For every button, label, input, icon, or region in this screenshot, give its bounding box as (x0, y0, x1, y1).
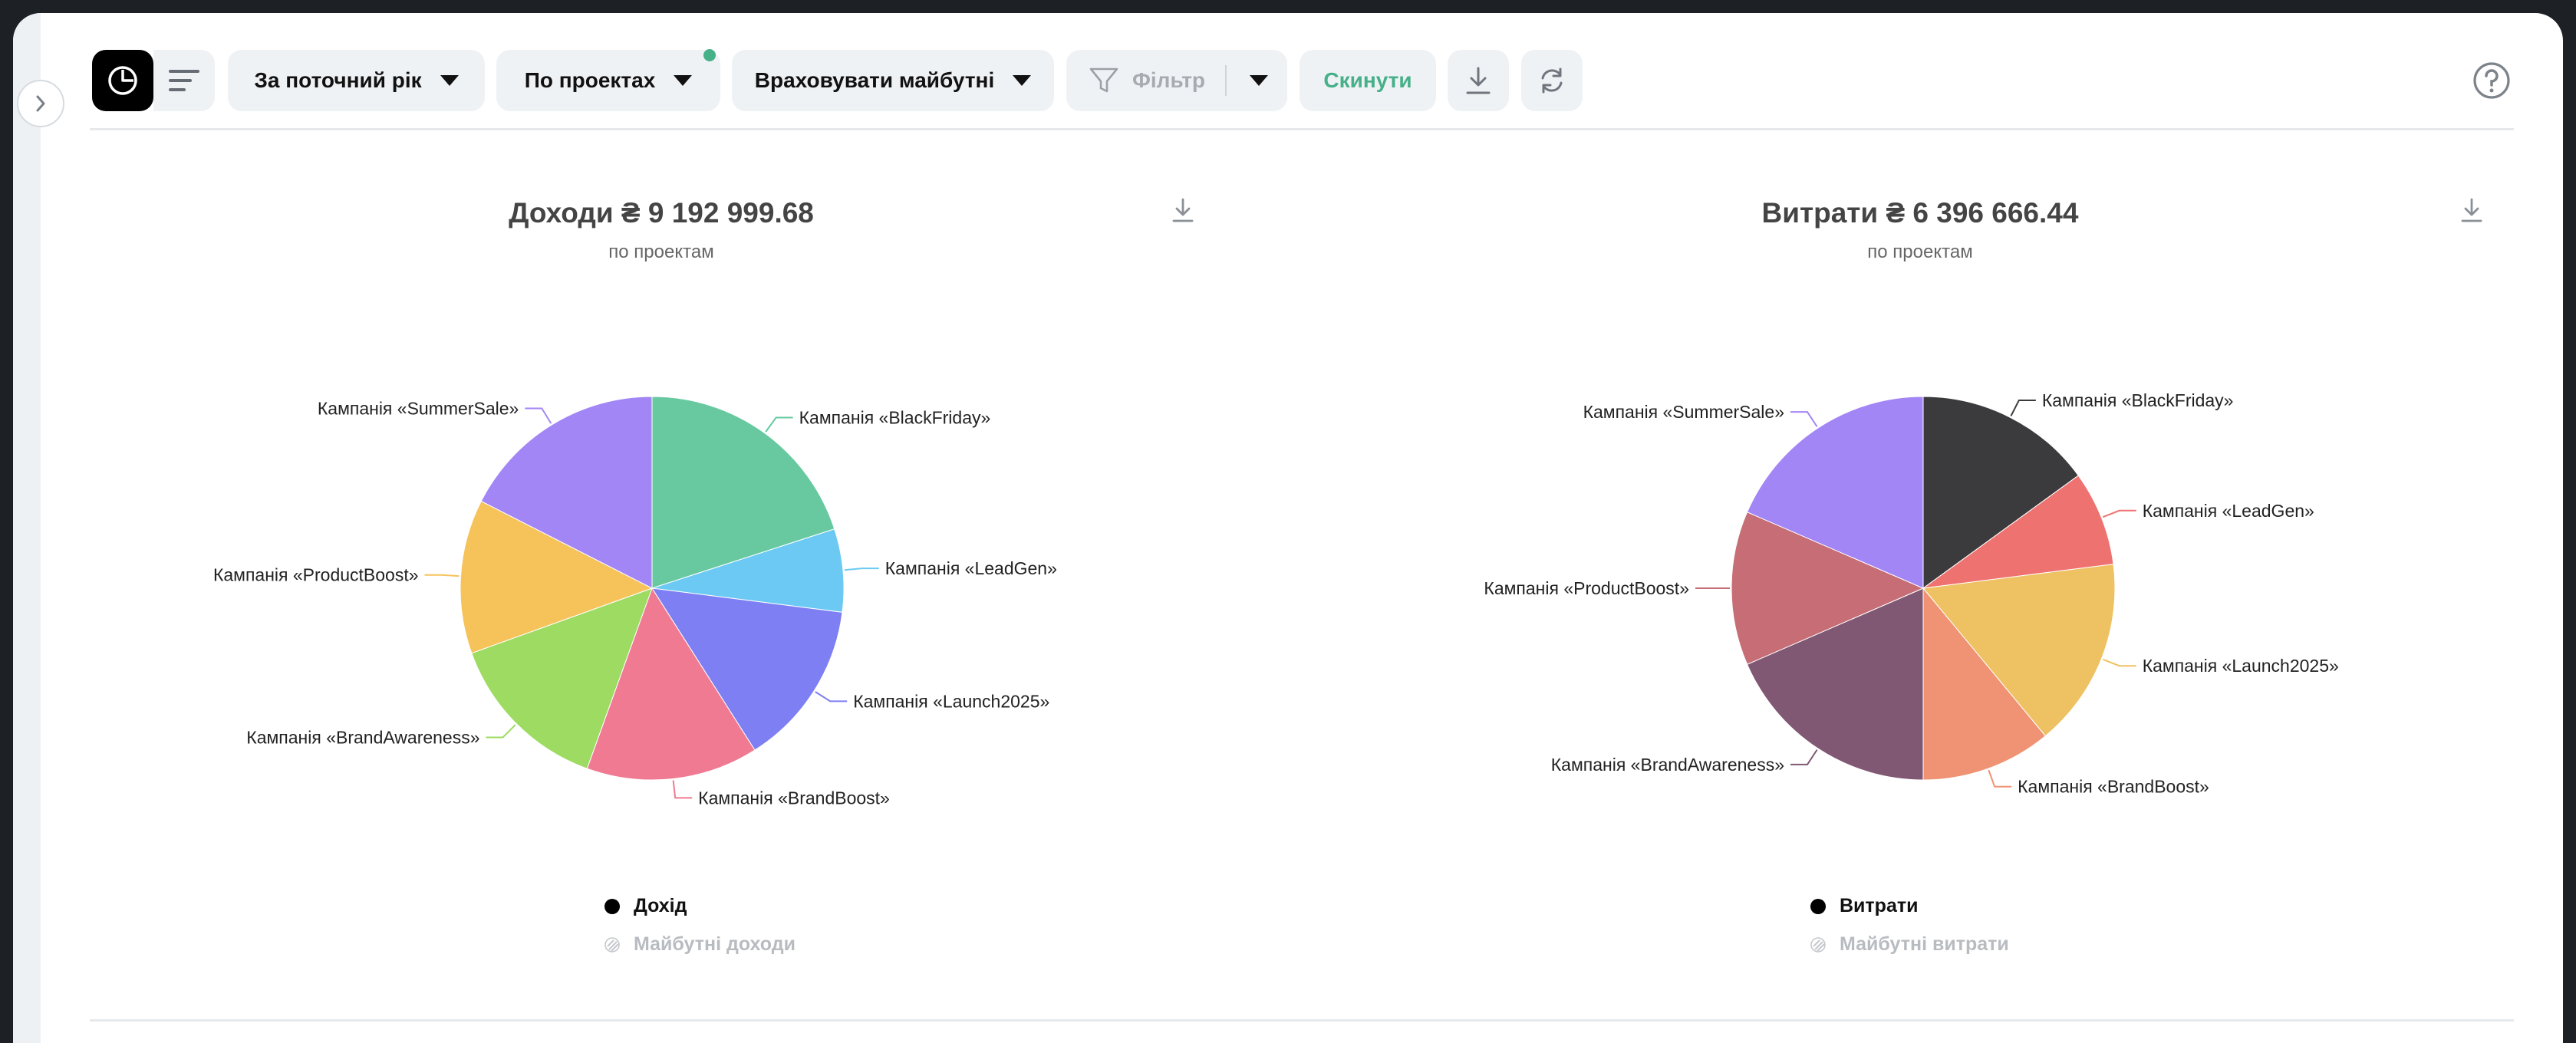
income-download-button[interactable] (1171, 197, 1194, 223)
download-icon (1466, 67, 1491, 94)
expense-leader-brandawareness (1790, 749, 1818, 765)
income-leader-blackfriday (765, 416, 793, 433)
refresh-button[interactable] (1521, 50, 1583, 111)
income-leader-summersale (525, 407, 552, 424)
export-button[interactable] (1448, 50, 1509, 111)
future-dropdown[interactable]: Враховувати майбутні (732, 50, 1054, 111)
reset-label: Скинути (1323, 68, 1412, 92)
period-label: За поточний рік (254, 68, 422, 92)
hatched-swatch-icon (1810, 936, 1826, 953)
horizontal-bars-icon (169, 70, 199, 91)
funnel-icon (1089, 67, 1118, 93)
expense-label-brandboost: Кампанія «BrandBoost» (2018, 777, 2209, 797)
income-leader-productboost (424, 574, 460, 577)
income-label-productboost: Кампанія «ProductBoost» (213, 565, 419, 585)
bar-view-button[interactable] (153, 50, 215, 111)
expense-label-launch2025: Кампанія «Launch2025» (2143, 656, 2339, 676)
caret-down-icon (440, 75, 459, 86)
expense-legend-future[interactable]: Майбутні витрати (1810, 933, 2009, 956)
help-icon (2473, 62, 2510, 99)
filter-divider (1225, 65, 1227, 96)
help-button[interactable] (2472, 61, 2511, 100)
filter-label: Фільтр (1132, 68, 1206, 92)
expense-chart-subtitle: по проектам (1867, 242, 1973, 262)
future-label: Враховувати майбутні (754, 68, 995, 92)
sidebar-expand-button[interactable] (17, 80, 64, 127)
income-label-leadgen: Кампанія «LeadGen» (885, 558, 1057, 578)
income-legend-main[interactable]: Дохід (604, 895, 687, 917)
chevron-right-icon (36, 95, 45, 112)
expense-leader-brandboost (1988, 769, 2012, 788)
group-dropdown[interactable]: По проектах (496, 49, 720, 111)
caret-down-icon (1013, 75, 1032, 86)
income-leader-launch2025 (815, 691, 848, 702)
legend-dot-icon (604, 898, 620, 914)
hatched-swatch-icon (604, 936, 620, 953)
expense-leader-summersale (1790, 411, 1818, 427)
expense-legend-main[interactable]: Витрати (1810, 895, 1918, 917)
income-label-brandboost: Кампанія «BrandBoost» (698, 788, 890, 808)
caret-down-icon (674, 75, 693, 86)
expense-label-leadgen: Кампанія «LeadGen» (2143, 501, 2314, 521)
income-label-summersale: Кампанія «SummerSale» (318, 399, 519, 419)
download-icon (2461, 198, 2482, 222)
pie-view-button[interactable] (92, 50, 153, 111)
expense-download-button[interactable] (2460, 197, 2483, 223)
expense-leader-launch2025 (2102, 658, 2136, 667)
pie-chart-icon (108, 66, 137, 95)
group-label: По проектах (524, 68, 656, 92)
reset-button[interactable]: Скинути (1300, 50, 1436, 111)
group-indicator-dot (703, 49, 716, 61)
period-dropdown[interactable]: За поточний рік (228, 50, 485, 111)
filter-control[interactable]: Фільтр (1066, 50, 1287, 111)
expense-pie-chart: Кампанія «BlackFriday» Кампанія «LeadGen»… (1484, 390, 2339, 797)
expense-leader-leadgen (2102, 509, 2136, 518)
income-chart-subtitle: по проектам (608, 242, 714, 262)
income-label-blackfriday: Кампанія «BlackFriday» (799, 408, 991, 428)
expense-label-brandawareness: Кампанія «BrandAwareness» (1551, 755, 1784, 775)
sidebar-strip (13, 13, 41, 1043)
income-leader-brandawareness (486, 724, 516, 739)
expense-label-summersale: Кампанія «SummerSale» (1583, 402, 1784, 422)
caret-down-icon[interactable] (1250, 75, 1269, 86)
income-legend-future[interactable]: Майбутні доходи (604, 933, 796, 956)
income-chart-title: Доходи ₴ 9 192 999.68 (509, 197, 814, 229)
expense-label-blackfriday: Кампанія «BlackFriday» (2042, 390, 2234, 410)
footer-divider (90, 1019, 2514, 1022)
income-pie-chart: Кампанія «BlackFriday» Кампанія «LeadGen»… (213, 396, 1057, 808)
income-label-launch2025: Кампанія «Launch2025» (853, 691, 1049, 711)
download-icon (1172, 198, 1194, 222)
expense-chart-title: Витрати ₴ 6 396 666.44 (1761, 197, 2079, 229)
income-leader-leadgen (844, 568, 879, 571)
expense-leader-blackfriday (2010, 399, 2036, 416)
income-leader-brandboost (672, 780, 693, 799)
income-label-brandawareness: Кампанія «BrandAwareness» (246, 727, 479, 747)
legend-dot-icon (1810, 898, 1826, 914)
toolbar-divider (90, 128, 2514, 130)
expense-label-productboost: Кампанія «ProductBoost» (1484, 578, 1689, 598)
analytics-panel: За поточний рік По проектах Враховувати … (13, 13, 2563, 1043)
refresh-icon (1541, 67, 1563, 94)
